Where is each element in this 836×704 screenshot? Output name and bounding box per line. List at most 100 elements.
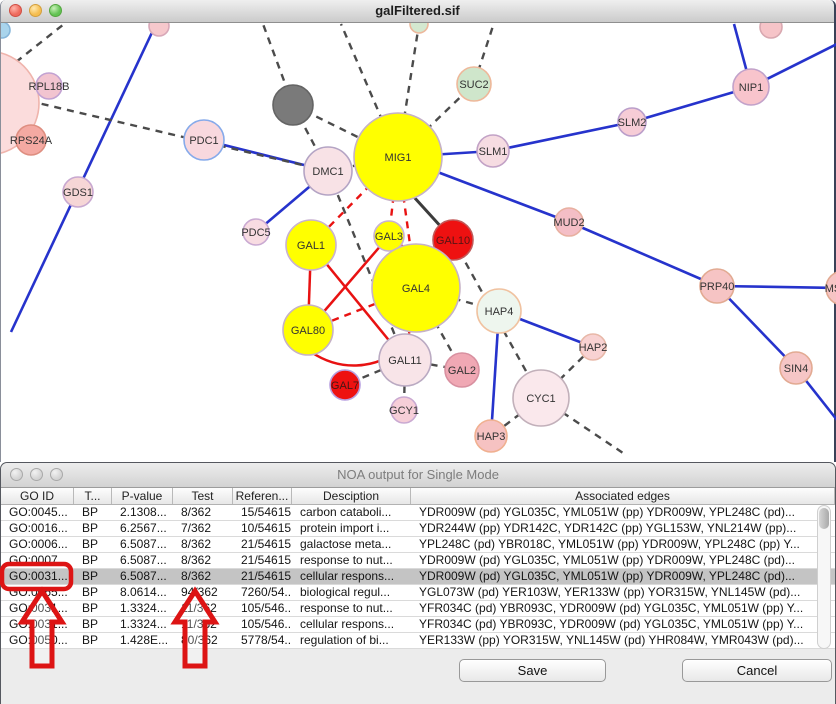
button-bar: Save Cancel bbox=[1, 649, 835, 704]
network-canvas[interactable]: RPL18BRPS24AGDS1PDC1DMC1MIG1SUC2SLM1SLM2… bbox=[1, 0, 836, 462]
table-row[interactable]: GO:0031...BP6.5087...8/36221/54615cellul… bbox=[1, 569, 835, 585]
cell-p_value: 1.3324... bbox=[112, 601, 173, 616]
column-header-4[interactable]: Referen... bbox=[233, 488, 292, 504]
cell-test: 8/362 bbox=[173, 537, 233, 552]
node-label-GAL1: GAL1 bbox=[297, 240, 325, 252]
cell-associated_edges: YPL248C (pd) YBR018C, YML051W (pp) YDR00… bbox=[411, 537, 835, 552]
noa-table-header: GO IDT...P-valueTestReferen...Desciption… bbox=[1, 488, 835, 505]
cell-test: 80/362 bbox=[173, 633, 233, 648]
cell-associated_edges: YER133W (pp) YOR315W, YNL145W (pd) YHR08… bbox=[411, 633, 835, 648]
node-label-GDS1: GDS1 bbox=[63, 187, 93, 199]
cell-test: 8/362 bbox=[173, 505, 233, 520]
close-button[interactable] bbox=[9, 4, 22, 17]
node-label-GAL10: GAL10 bbox=[436, 235, 470, 247]
cell-reference: 5778/54... bbox=[233, 633, 292, 648]
column-header-1[interactable]: T... bbox=[74, 488, 112, 504]
cell-description: response to nut... bbox=[292, 601, 411, 616]
cell-go_id: GO:0006... bbox=[1, 537, 74, 552]
node-label-SUC2: SUC2 bbox=[459, 79, 488, 91]
network-edge bbox=[16, 24, 64, 62]
node-cut-blue[interactable] bbox=[1, 22, 10, 38]
cell-go_id: GO:0045... bbox=[1, 505, 74, 520]
cell-associated_edges: YDR009W (pd) YGL035C, YML051W (pp) YDR00… bbox=[411, 569, 835, 584]
screen: RPL18BRPS24AGDS1PDC1DMC1MIG1SUC2SLM1SLM2… bbox=[0, 0, 836, 704]
table-row[interactable]: GO:0007...BP6.5087...8/36221/54615respon… bbox=[1, 553, 835, 569]
cell-p_value: 1.428E... bbox=[112, 633, 173, 648]
cell-test: 94/362 bbox=[173, 585, 233, 600]
column-header-0[interactable]: GO ID bbox=[1, 488, 74, 504]
scrollbar-thumb[interactable] bbox=[819, 508, 829, 529]
noa-window: NOA output for Single Mode GO IDT...P-va… bbox=[0, 462, 836, 704]
table-row[interactable]: GO:0065...BP8.0614...94/3627260/54...bio… bbox=[1, 585, 835, 601]
minimize-button[interactable] bbox=[29, 4, 42, 17]
cancel-button[interactable]: Cancel bbox=[682, 659, 832, 682]
zoom-button[interactable] bbox=[49, 4, 62, 17]
column-header-2[interactable]: P-value bbox=[112, 488, 173, 504]
cell-type: BP bbox=[74, 505, 112, 520]
node-label-GAL2: GAL2 bbox=[448, 365, 476, 377]
node-label-DMC1: DMC1 bbox=[312, 166, 343, 178]
cell-p_value: 6.5087... bbox=[112, 553, 173, 568]
node-label-NIP1: NIP1 bbox=[739, 82, 763, 94]
cell-associated_edges: YDR009W (pd) YGL035C, YML051W (pp) YDR00… bbox=[411, 505, 835, 520]
noa-window-title: NOA output for Single Mode bbox=[1, 463, 835, 487]
node-label-GAL3: GAL3 bbox=[375, 231, 403, 243]
cell-type: BP bbox=[74, 553, 112, 568]
cell-reference: 21/54615 bbox=[233, 537, 292, 552]
table-row[interactable]: GO:0016...BP6.2567...7/36210/54615protei… bbox=[1, 521, 835, 537]
node-label-HAP3: HAP3 bbox=[477, 431, 506, 443]
cell-description: response to nut... bbox=[292, 553, 411, 568]
node-label-SIN4: SIN4 bbox=[784, 363, 808, 375]
node-label-RPS24A: RPS24A bbox=[10, 135, 53, 147]
cell-test: 11/362 bbox=[173, 617, 233, 632]
table-row[interactable]: GO:0031...BP1.3324...11/362105/546...cel… bbox=[1, 617, 835, 633]
network-edge bbox=[569, 222, 717, 286]
cell-type: BP bbox=[74, 537, 112, 552]
cell-description: protein import i... bbox=[292, 521, 411, 536]
network-window: RPL18BRPS24AGDS1PDC1DMC1MIG1SUC2SLM1SLM2… bbox=[0, 0, 836, 462]
column-header-3[interactable]: Test bbox=[173, 488, 233, 504]
node-gray-node[interactable] bbox=[273, 85, 313, 125]
noa-table-body: GO:0045...BP2.1308...8/36215/54615carbon… bbox=[1, 505, 835, 649]
noa-zoom-button[interactable] bbox=[50, 468, 63, 481]
cell-type: BP bbox=[74, 601, 112, 616]
cell-type: BP bbox=[74, 633, 112, 648]
cell-go_id: GO:0031... bbox=[1, 601, 74, 616]
cell-go_id: GO:0031... bbox=[1, 617, 74, 632]
node-label-RPL18B: RPL18B bbox=[29, 81, 70, 93]
cell-type: BP bbox=[74, 521, 112, 536]
cell-description: cellular respons... bbox=[292, 617, 411, 632]
node-label-HAP4: HAP4 bbox=[485, 306, 514, 318]
noa-minimize-button[interactable] bbox=[30, 468, 43, 481]
cell-type: BP bbox=[74, 585, 112, 600]
noa-titlebar[interactable]: NOA output for Single Mode bbox=[1, 463, 835, 488]
cell-go_id: GO:0007... bbox=[1, 553, 74, 568]
save-button[interactable]: Save bbox=[459, 659, 606, 682]
cell-p_value: 6.2567... bbox=[112, 521, 173, 536]
cell-go_id: GO:0065... bbox=[1, 585, 74, 600]
node-label-CYC1: CYC1 bbox=[526, 393, 555, 405]
noa-close-button[interactable] bbox=[10, 468, 23, 481]
column-header-5[interactable]: Desciption bbox=[292, 488, 411, 504]
table-row[interactable]: GO:0031...BP1.3324...11/362105/546...res… bbox=[1, 601, 835, 617]
node-label-GCY1: GCY1 bbox=[389, 405, 419, 417]
table-row[interactable]: GO:0045...BP2.1308...8/36215/54615carbon… bbox=[1, 505, 835, 521]
cell-test: 8/362 bbox=[173, 569, 233, 584]
cell-type: BP bbox=[74, 617, 112, 632]
node-label-PDC1: PDC1 bbox=[189, 135, 218, 147]
cell-reference: 21/54615 bbox=[233, 569, 292, 584]
cell-go_id: GO:0016... bbox=[1, 521, 74, 536]
node-label-MS-cut: MS bbox=[825, 283, 836, 295]
node-label-SLM1: SLM1 bbox=[479, 146, 508, 158]
column-header-6[interactable]: Associated edges bbox=[411, 488, 835, 504]
cell-associated_edges: YDR244W (pp) YDR142C, YDR142C (pp) YGL15… bbox=[411, 521, 835, 536]
table-row[interactable]: GO:0006...BP6.5087...8/36221/54615galact… bbox=[1, 537, 835, 553]
node-label-GAL11: GAL11 bbox=[388, 355, 421, 367]
network-titlebar[interactable]: galFiltered.sif bbox=[1, 0, 834, 23]
table-scrollbar[interactable] bbox=[817, 505, 831, 649]
table-row[interactable]: GO:0050...BP1.428E...80/3625778/54...reg… bbox=[1, 633, 835, 649]
node-label-MUD2: MUD2 bbox=[553, 217, 584, 229]
cell-description: regulation of bi... bbox=[292, 633, 411, 648]
window-title: galFiltered.sif bbox=[1, 0, 834, 22]
cell-test: 8/362 bbox=[173, 553, 233, 568]
